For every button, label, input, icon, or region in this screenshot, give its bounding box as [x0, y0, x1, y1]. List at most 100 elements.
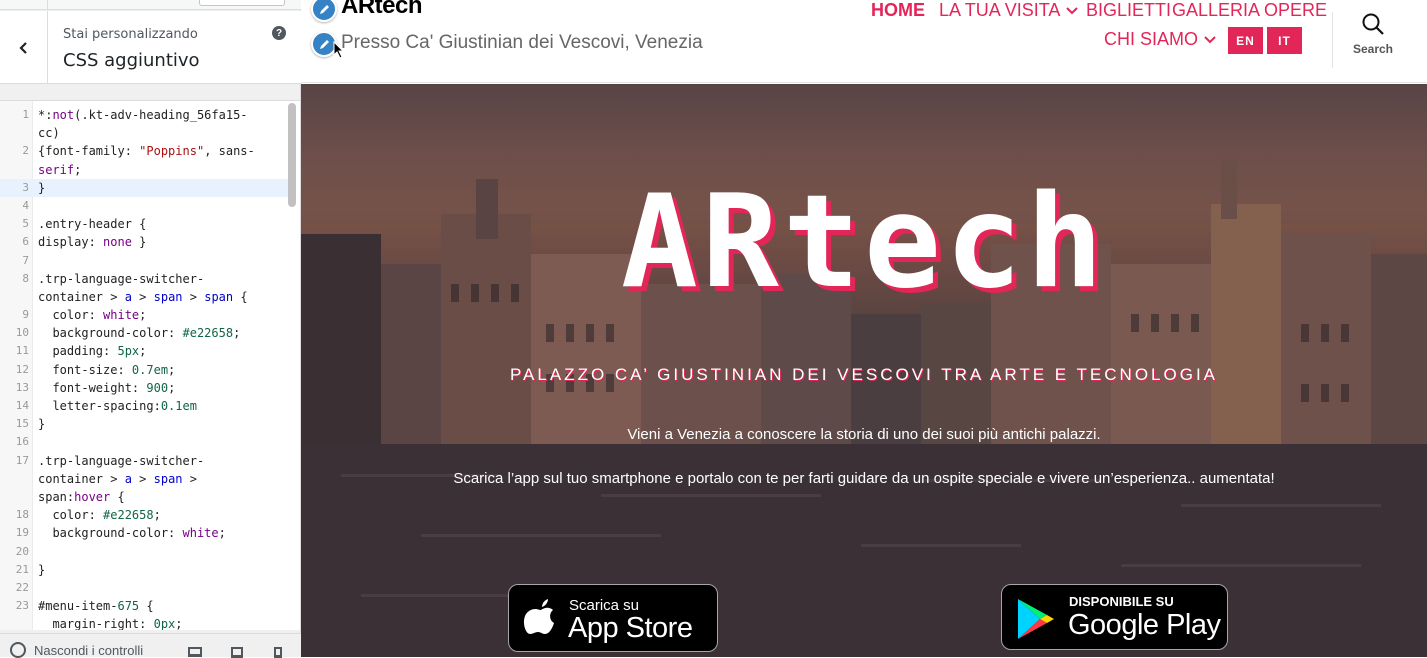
code-line[interactable]: container > a > span > span { [0, 288, 290, 306]
nav-about[interactable]: CHI SIAMO [1104, 29, 1216, 50]
section-title: CSS aggiuntivo [63, 50, 200, 71]
code-text: #menu-item-675 { [38, 599, 154, 614]
nav-visit[interactable]: LA TUA VISITA [939, 0, 1079, 21]
code-line[interactable]: 4 [0, 197, 290, 215]
site-title[interactable]: ARtech [341, 0, 423, 20]
line-number: 1 [22, 108, 29, 121]
tablet-preview-icon[interactable] [231, 647, 243, 658]
code-line[interactable]: 10 background-color: #e22658; [0, 324, 290, 342]
header-divider [1332, 12, 1333, 68]
line-number: 17 [15, 453, 29, 467]
site-tagline: Presso Ca' Giustinian dei Vescovi, Venez… [341, 32, 703, 53]
code-line[interactable]: 9 color: white; [0, 306, 290, 324]
hide-controls-button[interactable]: Nascondi i controlli [10, 642, 143, 658]
collapse-icon [10, 642, 26, 658]
code-line[interactable]: span:hover { [0, 488, 290, 506]
code-line[interactable]: 18 color: #e22658; [0, 506, 290, 524]
nav-gallery[interactable]: GALLERIA OPERE [1172, 0, 1327, 21]
line-number: 12 [15, 362, 29, 376]
nav-tickets[interactable]: BIGLIETTI [1086, 0, 1171, 21]
code-line[interactable]: 15} [0, 415, 290, 433]
back-button[interactable] [0, 11, 48, 84]
google-play-icon [1018, 599, 1054, 639]
code-line[interactable]: 5 .entry-header { [0, 215, 290, 233]
code-line[interactable]: cc) [0, 124, 290, 142]
app-store-button[interactable]: Scarica su App Store [508, 584, 718, 652]
hero-subtitle: PALAZZO CA’ GIUSTINIAN DEI VESCOVI TRA A… [509, 365, 1219, 384]
lang-en-button[interactable]: EN [1228, 27, 1263, 54]
customizer-sidebar: Stai personalizzando CSS aggiuntivo ? 1 *… [0, 0, 301, 658]
css-code-editor[interactable]: 1 *:not(.kt-adv-heading_56fa15- cc) 2 {font-… [0, 100, 300, 630]
code-text: background-color: #e22658; [38, 326, 241, 341]
code-line[interactable]: 7 [0, 252, 290, 270]
code-line[interactable]: 16 [0, 433, 290, 451]
lang-it-button[interactable]: IT [1267, 27, 1302, 54]
code-line[interactable]: 3} [0, 178, 290, 197]
code-line[interactable]: 22 [0, 579, 290, 597]
hide-controls-label: Nascondi i controlli [34, 642, 144, 658]
line-number: 4 [22, 198, 29, 212]
code-line[interactable]: 19 background-color: white; [0, 524, 290, 542]
code-line[interactable]: 17 .trp-language-switcher- [0, 452, 290, 470]
mobile-preview-icon[interactable] [274, 647, 282, 658]
publish-button[interactable] [199, 0, 285, 6]
line-number: 18 [15, 508, 29, 522]
googleplay-small-label: DISPONIBILE SU [1069, 594, 1174, 609]
code-line[interactable]: 21} [0, 561, 290, 579]
edit-title-shortcut[interactable] [311, 0, 337, 22]
code-line[interactable]: 8 .trp-language-switcher- [0, 270, 290, 288]
chevron-left-icon [18, 41, 27, 54]
code-line[interactable]: 11 padding: 5px; [0, 342, 290, 360]
hero-paragraph-1: Vieni a Venezia a conoscere la storia di… [627, 426, 1101, 443]
line-number: 7 [22, 253, 29, 267]
line-number: 22 [15, 580, 29, 594]
code-text: .trp-language-switcher- [38, 271, 205, 286]
code-text: background-color: white; [38, 526, 226, 541]
line-number: 9 [22, 308, 29, 322]
code-line[interactable]: 14 letter-spacing:0.1em [0, 397, 290, 415]
code-text: color: white; [38, 308, 147, 323]
code-text: container > a > span > span { [38, 289, 248, 304]
chevron-down-icon [1204, 35, 1216, 43]
line-number: 14 [15, 399, 29, 412]
hero-title: ARtech [620, 168, 1108, 317]
search-button[interactable]: Search [1347, 12, 1399, 62]
nav-home[interactable]: HOME [871, 0, 925, 21]
pencil-icon [319, 39, 329, 49]
code-text: letter-spacing:0.1em [38, 399, 197, 413]
code-line[interactable]: 23 #menu-item-675 { [0, 597, 290, 615]
code-text: font-size: 0.7em; [38, 362, 176, 377]
code-line[interactable]: 1 *:not(.kt-adv-heading_56fa15- [0, 106, 290, 124]
search-icon [1362, 13, 1384, 35]
pencil-icon [319, 4, 329, 14]
code-line[interactable]: 2 {font-family: "Poppins", sans- [0, 142, 290, 160]
code-text: span:hover { [38, 489, 125, 504]
code-line[interactable]: 6 display: none } [0, 233, 290, 251]
editor-scrollbar[interactable] [288, 101, 297, 630]
code-text: font-weight: 900; [38, 380, 176, 395]
code-text: } [38, 562, 46, 577]
google-play-button[interactable]: DISPONIBILE SU Google Play [1001, 584, 1228, 650]
code-line[interactable]: 13 font-weight: 900; [0, 379, 290, 397]
code-line[interactable]: margin-right: 0px; [0, 615, 290, 630]
line-number: 5 [22, 217, 29, 231]
line-number: 11 [15, 344, 29, 358]
line-number: 15 [15, 417, 29, 431]
code-text: .entry-header { [38, 217, 147, 232]
apple-icon [523, 599, 554, 634]
help-icon[interactable]: ? [272, 26, 286, 40]
code-line[interactable]: container > a > span > [0, 470, 290, 488]
hero-paragraph-2: Scarica l’app sul tuo smartphone e porta… [453, 470, 1275, 487]
code-text: *:not(.kt-adv-heading_56fa15- [38, 108, 248, 122]
nav-visit-label: LA TUA VISITA [939, 0, 1061, 20]
code-text: serif; [38, 162, 82, 177]
code-line[interactable]: 20 [0, 543, 290, 561]
code-line[interactable]: 12 font-size: 0.7em; [0, 361, 290, 379]
mouse-cursor-icon [333, 41, 345, 59]
line-number: 20 [15, 544, 29, 558]
nav-about-label: CHI SIAMO [1104, 29, 1199, 49]
desktop-preview-icon[interactable] [188, 647, 202, 657]
code-line[interactable]: serif; [0, 161, 290, 179]
customizer-footer: Nascondi i controlli [0, 633, 301, 658]
code-lines: 1 *:not(.kt-adv-heading_56fa15- cc) 2 {font-… [0, 106, 290, 630]
